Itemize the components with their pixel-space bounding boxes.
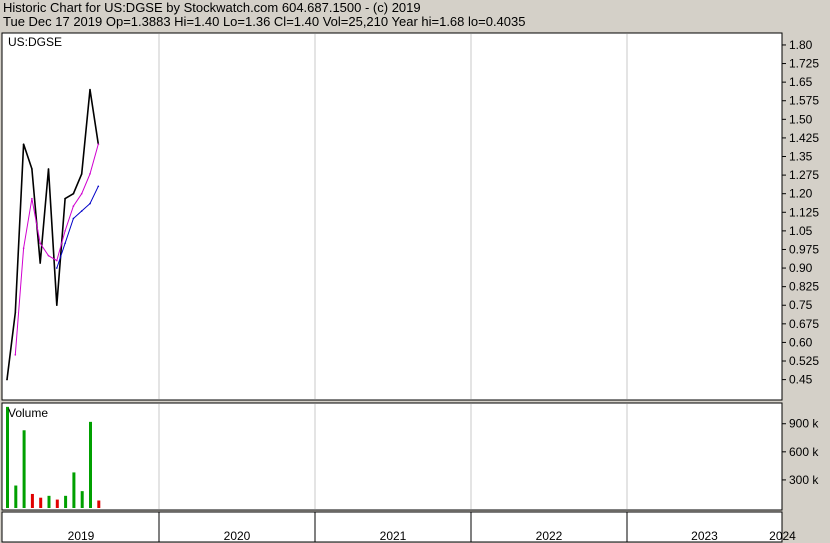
x-tick-label: 2023 — [691, 529, 718, 543]
price-y-tick-label: 1.125 — [789, 205, 819, 219]
series-point-ma_short — [56, 259, 58, 262]
price-y-tick-label: 1.05 — [789, 224, 813, 238]
stock-chart: 2019 2020 2021 2022 2023 2024 1.80 1.725 1.65 1.5… — [1, 32, 819, 543]
price-y-tick-label: 1.575 — [789, 94, 819, 108]
volume-bar — [97, 500, 101, 508]
volume-bar — [80, 491, 84, 508]
volume-bar — [30, 493, 34, 508]
volume-y-tick-label: 300 k — [789, 473, 819, 487]
price-y-tick-label: 0.975 — [789, 242, 819, 256]
price-y-tick-label: 0.675 — [789, 317, 819, 331]
volume-panel — [1, 402, 783, 511]
series-point-ma_short — [47, 254, 50, 257]
series-point-price — [6, 378, 8, 381]
x-tick-label: 2024 — [769, 529, 796, 543]
volume-bar — [55, 499, 59, 508]
series-point-ma_short — [22, 247, 25, 250]
series-point-ma_long — [89, 202, 91, 205]
price-panel — [1, 32, 783, 401]
price-y-tick-label: 0.75 — [789, 298, 813, 312]
price-y-tick-label: 0.45 — [789, 373, 813, 387]
series-point-price — [14, 311, 17, 314]
price-y-tick-label: 1.50 — [789, 112, 813, 126]
price-y-tick-label: 0.825 — [789, 280, 819, 294]
volume-y-tick-label: 600 k — [789, 445, 819, 459]
series-point-price — [39, 262, 41, 264]
x-tick-label: 2022 — [536, 529, 563, 543]
volume-bar — [22, 430, 26, 508]
volume-bar — [39, 497, 43, 508]
price-y-tick-label: 1.80 — [789, 38, 813, 52]
price-y-tick-label: 1.65 — [789, 75, 813, 89]
volume-bar — [6, 406, 9, 508]
series-point-ma_short — [80, 192, 83, 195]
series-point-price — [72, 192, 75, 195]
x-tick-label: 2021 — [380, 529, 407, 543]
series-point-ma_short — [31, 197, 33, 200]
volume-bar — [14, 485, 18, 508]
series-point-ma_short — [64, 230, 66, 232]
price-y-tick-label: 1.275 — [789, 168, 819, 182]
price-y-tick-label: 1.35 — [789, 150, 813, 164]
price-y-tick-label: 0.525 — [789, 354, 819, 368]
series-point-ma_short — [14, 354, 17, 356]
price-y-tick-label: 0.90 — [789, 261, 813, 275]
volume-y-tick-label: 900 k — [789, 417, 819, 431]
series-point-ma_short — [39, 242, 41, 245]
volume-bar — [72, 472, 76, 508]
series-point-ma_long — [64, 242, 66, 245]
series-point-ma_long — [80, 210, 83, 212]
series-point-ma_long — [72, 217, 75, 220]
volume-panel-title: Volume — [8, 406, 48, 420]
price-panel-title: US:DGSE — [8, 35, 62, 49]
series-point-ma_short — [72, 205, 75, 207]
series-point-ma_long — [56, 267, 58, 269]
price-y-tick-label: 1.20 — [789, 187, 813, 201]
series-point-price — [22, 143, 25, 145]
series-point-price — [47, 168, 50, 170]
series-point-price — [56, 304, 58, 307]
volume-bar — [47, 495, 51, 508]
series-point-ma_long — [97, 185, 100, 188]
price-y-tick-label: 0.60 — [789, 335, 813, 349]
price-y-tick-label: 1.425 — [789, 131, 819, 145]
series-point-price — [80, 173, 83, 175]
volume-bar — [64, 495, 68, 508]
series-point-price — [64, 197, 66, 200]
price-y-tick-label: 1.725 — [789, 57, 819, 71]
series-point-ma_short — [97, 143, 100, 145]
series-point-price — [31, 168, 33, 170]
x-tick-label: 2020 — [224, 529, 251, 543]
series-point-ma_short — [89, 173, 91, 175]
x-tick-label: 2019 — [68, 529, 95, 543]
volume-bar — [89, 421, 92, 508]
series-point-price — [89, 88, 91, 91]
